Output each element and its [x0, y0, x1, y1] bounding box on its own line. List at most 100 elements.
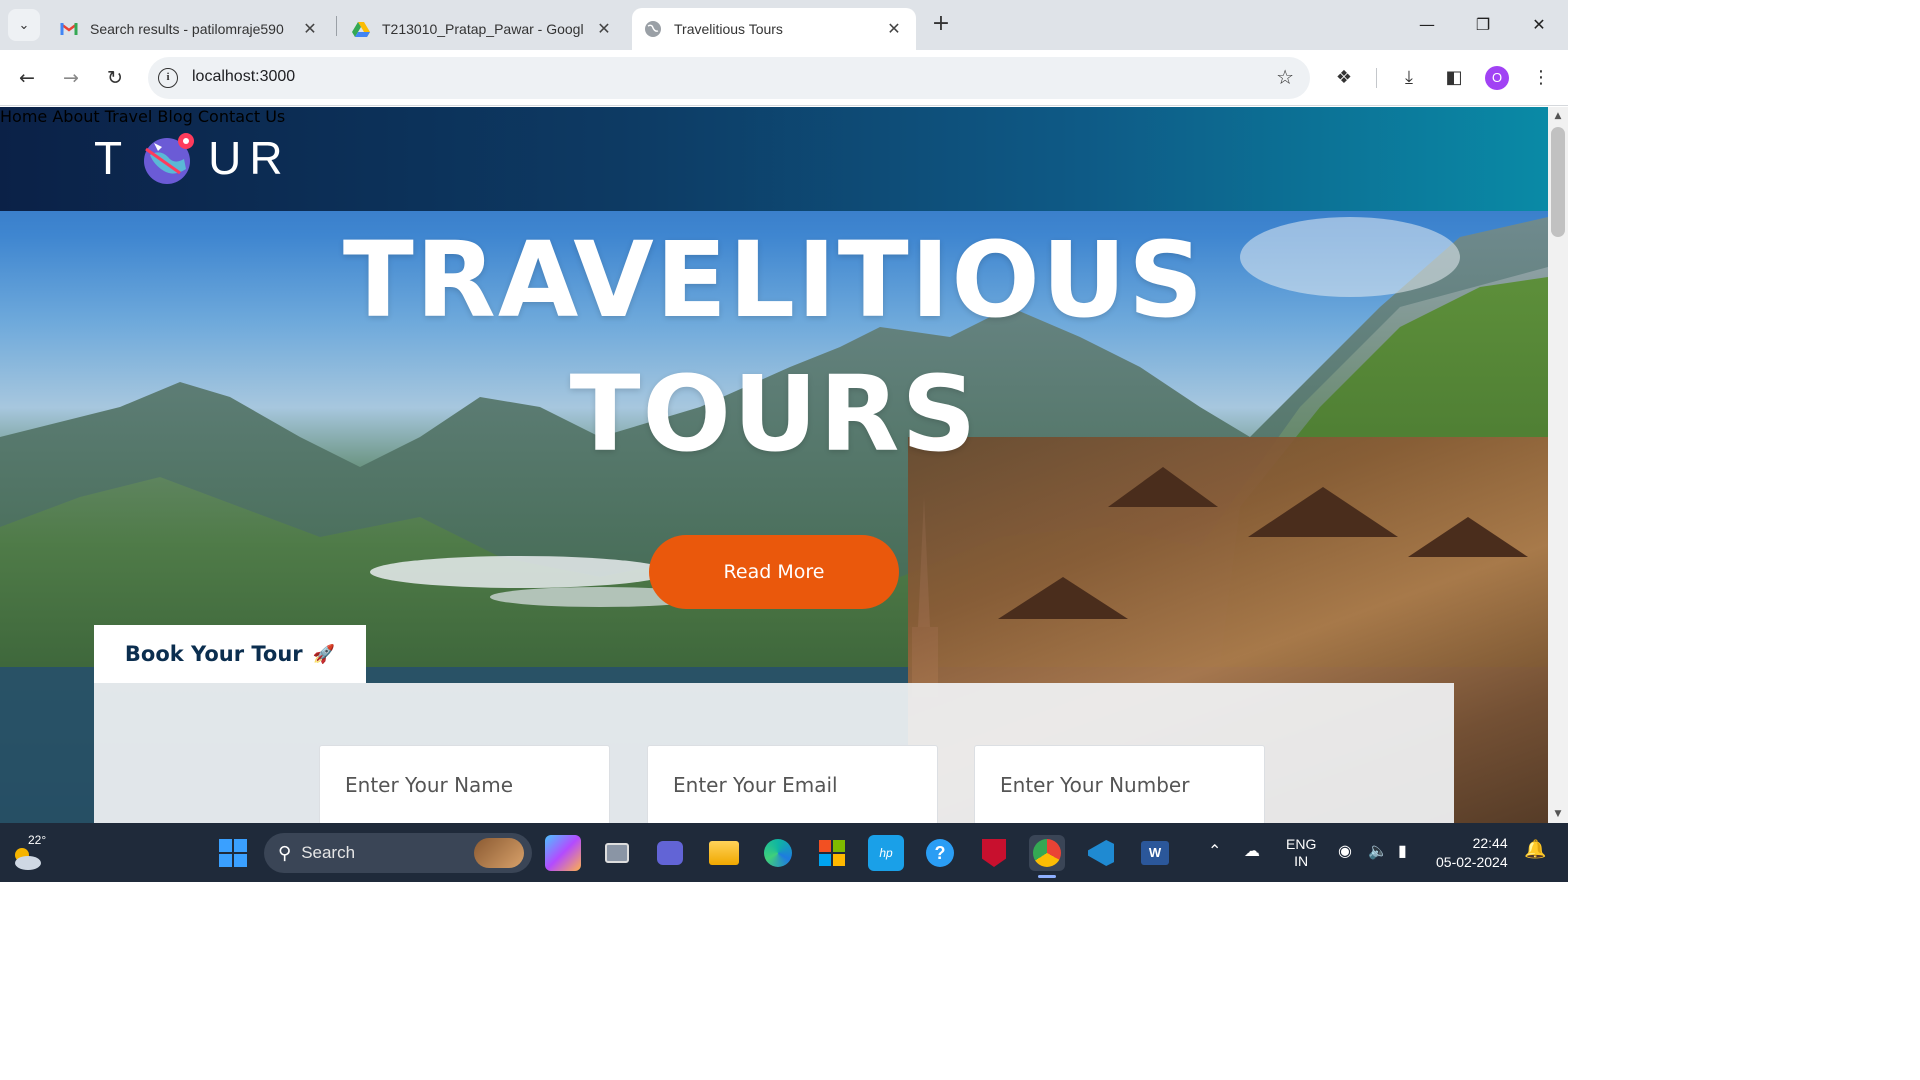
- nav-home[interactable]: Home: [0, 107, 47, 126]
- file-explorer-icon[interactable]: [706, 835, 742, 871]
- taskbar-search[interactable]: ⚲ Search: [264, 833, 532, 873]
- windows-taskbar: 22° ⚲ Search hp ? W ⌃ ☁ ENG IN ◉ 🔈 ▮ 22:…: [0, 823, 1568, 882]
- language-region: IN: [1294, 853, 1309, 869]
- notification-bell-icon[interactable]: 🔔: [1524, 839, 1546, 860]
- browser-toolbar: ← → ↻ i localhost:3000 ☆ ❖ ⤓ ◧ ⋮: [0, 50, 1568, 106]
- nav-about[interactable]: About: [52, 107, 99, 126]
- new-tab-button[interactable]: +: [928, 12, 954, 38]
- clock[interactable]: 22:44 05-02-2024: [1436, 834, 1508, 872]
- weather-widget[interactable]: 22°: [10, 833, 54, 873]
- tab-gmail[interactable]: Search results - patilomraje590 ✕: [48, 8, 332, 50]
- book-your-tour-tab[interactable]: Book Your Tour 🚀: [94, 625, 366, 683]
- name-field-box: [319, 745, 610, 823]
- hero-title-line-2: TOURS: [569, 353, 979, 475]
- minimize-button[interactable]: —: [1412, 10, 1442, 40]
- logo-letters-ur: UR: [208, 132, 291, 184]
- mcafee-icon[interactable]: [976, 835, 1012, 871]
- microsoft-store-icon[interactable]: [814, 835, 850, 871]
- url-text: localhost:3000: [192, 68, 296, 85]
- battery-icon[interactable]: ▮: [1398, 841, 1407, 861]
- book-your-tour-label: Book Your Tour: [124, 642, 303, 666]
- chrome-icon[interactable]: [1029, 835, 1065, 871]
- weather-temp: 22°: [28, 833, 47, 847]
- restore-icon: ❐: [1475, 15, 1491, 34]
- globe-logo-icon: [140, 129, 198, 187]
- taskbar-search-label: Search: [301, 843, 356, 862]
- weather-cloud-sun-icon: [15, 848, 41, 870]
- reload-icon: ↻: [107, 67, 123, 89]
- tab-travelitious-tours[interactable]: Travelitious Tours ✕: [632, 8, 916, 50]
- tab-title: T213010_Pratap_Pawar - Googl: [382, 21, 584, 37]
- google-drive-icon: [352, 20, 370, 38]
- download-icon[interactable]: ⤓: [1395, 64, 1423, 92]
- page-scrollbar[interactable]: ▲ ▼: [1548, 107, 1568, 823]
- language-code: ENG: [1286, 836, 1317, 852]
- active-app-indicator: [1038, 875, 1056, 878]
- copilot-icon[interactable]: [545, 835, 581, 871]
- vscode-icon[interactable]: [1083, 835, 1119, 871]
- tab-title: Search results - patilomraje590: [90, 21, 284, 37]
- hero-title-line-1: TRAVELITIOUS: [342, 219, 1206, 341]
- forward-button[interactable]: →: [55, 62, 87, 94]
- bookmark-star-icon[interactable]: ☆: [1276, 65, 1294, 89]
- close-icon[interactable]: ✕: [300, 19, 320, 39]
- arrow-right-icon: →: [63, 67, 79, 89]
- edge-browser-icon[interactable]: [760, 835, 796, 871]
- gmail-icon: [60, 20, 78, 38]
- side-panel-icon[interactable]: ◧: [1440, 64, 1468, 92]
- chevron-down-icon: ⌄: [18, 17, 30, 33]
- onedrive-icon[interactable]: ☁: [1244, 841, 1260, 861]
- read-more-button[interactable]: Read More: [649, 535, 899, 609]
- scrollbar-thumb[interactable]: [1551, 127, 1565, 237]
- email-input[interactable]: [648, 746, 937, 823]
- toolbar-divider: [1376, 68, 1377, 88]
- site-header: T UR Home About Travel Blog Contact Us: [0, 107, 1548, 211]
- menu-dots-icon[interactable]: ⋮: [1527, 64, 1555, 92]
- task-view-icon[interactable]: [599, 835, 635, 871]
- arrow-left-icon: ←: [19, 67, 35, 89]
- rocket-icon: 🚀: [312, 643, 336, 665]
- tab-separator: [336, 16, 337, 36]
- number-input[interactable]: [975, 746, 1264, 823]
- close-icon[interactable]: ✕: [594, 19, 614, 39]
- plus-icon: +: [931, 11, 951, 36]
- nav-blog[interactable]: Blog: [157, 107, 192, 126]
- teams-chat-icon[interactable]: [652, 835, 688, 871]
- site-logo[interactable]: T UR: [94, 129, 291, 187]
- tab-google-drive[interactable]: T213010_Pratap_Pawar - Googl ✕: [340, 8, 626, 50]
- email-field-box: [647, 745, 938, 823]
- chevron-up-icon[interactable]: ⌃: [1208, 841, 1221, 861]
- logo-letter-t: T: [94, 132, 131, 184]
- address-bar[interactable]: i localhost:3000 ☆: [148, 57, 1310, 99]
- nav-travel[interactable]: Travel: [105, 107, 153, 126]
- page-viewport: T UR Home About Travel Blog Contact Us T…: [0, 107, 1548, 823]
- booking-form-panel: [94, 683, 1454, 823]
- name-input[interactable]: [320, 746, 609, 823]
- myhp-icon[interactable]: hp: [868, 835, 904, 871]
- close-window-button[interactable]: ✕: [1524, 10, 1554, 40]
- back-button[interactable]: ←: [11, 62, 43, 94]
- start-button[interactable]: [215, 835, 251, 871]
- globe-icon: [644, 20, 662, 38]
- nav-contact-us[interactable]: Contact Us: [198, 107, 285, 126]
- close-icon[interactable]: ✕: [884, 19, 904, 39]
- browser-tab-strip: ⌄ Search results - patilomraje590 ✕ T213…: [0, 0, 1568, 50]
- help-icon[interactable]: ?: [922, 835, 958, 871]
- scroll-down-icon[interactable]: ▼: [1553, 809, 1563, 819]
- close-icon: ✕: [1532, 15, 1546, 34]
- word-icon[interactable]: W: [1137, 835, 1173, 871]
- search-highlight-image: [474, 838, 524, 868]
- windows-logo-icon: [219, 839, 247, 867]
- search-icon: ⚲: [278, 842, 292, 864]
- scroll-up-icon[interactable]: ▲: [1553, 111, 1563, 121]
- clock-time: 22:44: [1472, 835, 1508, 851]
- profile-avatar[interactable]: O: [1485, 66, 1509, 90]
- restore-button[interactable]: ❐: [1468, 10, 1498, 40]
- language-indicator[interactable]: ENG IN: [1286, 836, 1316, 870]
- volume-icon[interactable]: 🔈: [1368, 841, 1388, 861]
- tab-search-button[interactable]: ⌄: [8, 9, 40, 41]
- reload-button[interactable]: ↻: [99, 62, 131, 94]
- wifi-icon[interactable]: ◉: [1338, 841, 1352, 861]
- site-info-icon[interactable]: i: [158, 68, 178, 88]
- extensions-icon[interactable]: ❖: [1330, 64, 1358, 92]
